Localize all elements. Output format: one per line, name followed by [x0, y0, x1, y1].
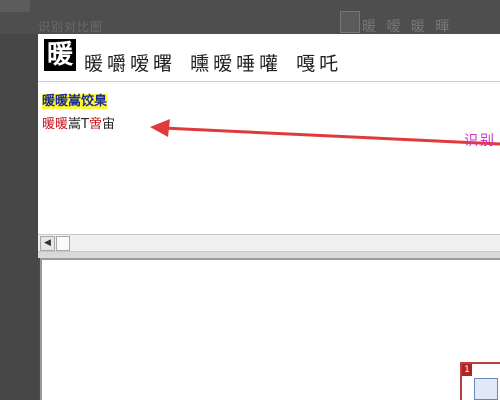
candidate-char[interactable]: 唾 — [236, 52, 255, 76]
result-text: T — [81, 117, 89, 132]
candidate-char[interactable]: 嚾 — [259, 52, 278, 76]
image-panel[interactable]: 1 — [40, 258, 500, 400]
source-glyph-image: 暖 — [44, 39, 76, 71]
faded-image-icon — [340, 11, 360, 33]
top-bar: 识别对比图 暖 嗳 暖 暉 — [0, 0, 500, 35]
highlighted-text: 暖暖嵩饺臬 — [42, 94, 108, 109]
left-border — [0, 34, 38, 400]
region-image — [474, 378, 498, 400]
candidate-char[interactable]: 暖 — [84, 52, 103, 76]
candidate-char[interactable]: 嘎 — [296, 52, 315, 76]
candidate-char[interactable]: 吒 — [319, 52, 338, 76]
arrow-head — [150, 119, 170, 137]
region-number-badge: 1 — [462, 364, 472, 376]
result-text: 嵩 — [68, 117, 82, 132]
faded-title: 识别对比图 — [38, 20, 104, 34]
candidate-char[interactable]: 嗳 — [130, 52, 149, 76]
candidate-bar: 暖 暖 嚼 嗳 曙 曛 暧 唾 嚾 嘎 吒 — [38, 34, 500, 82]
candidate-list: 暖 嚼 嗳 曙 曛 暧 唾 嚾 嘎 吒 — [84, 52, 342, 76]
candidate-char[interactable]: 嚼 — [107, 52, 126, 76]
faded-candidates: 暖 嗳 暖 暉 — [362, 19, 453, 35]
annotation-arrow — [150, 119, 500, 146]
region-thumbnail[interactable]: 1 — [460, 362, 500, 400]
highlighted-line[interactable]: 暖暖嵩饺臬 — [42, 90, 108, 109]
horizontal-scrollbar[interactable]: ◀ — [38, 234, 500, 252]
error-text: 暖暖 — [42, 117, 69, 132]
annotation-label: 识别 — [464, 133, 496, 149]
error-text: 啻 — [88, 117, 102, 132]
candidate-char[interactable]: 暧 — [213, 52, 232, 76]
candidate-char[interactable]: 曙 — [153, 52, 172, 76]
result-text: 宙 — [102, 117, 116, 132]
candidate-char[interactable]: 曛 — [190, 52, 209, 76]
scroll-thumb[interactable] — [56, 236, 70, 251]
window-cap — [0, 0, 30, 12]
scroll-left-arrow-icon[interactable]: ◀ — [40, 236, 55, 251]
result-line[interactable]: 暖暖嵩T啻宙 — [42, 113, 115, 132]
arrow-shaft — [162, 126, 500, 146]
recognized-text-panel[interactable]: 暖暖嵩饺臬 暖暖嵩T啻宙 识别 — [38, 82, 500, 234]
